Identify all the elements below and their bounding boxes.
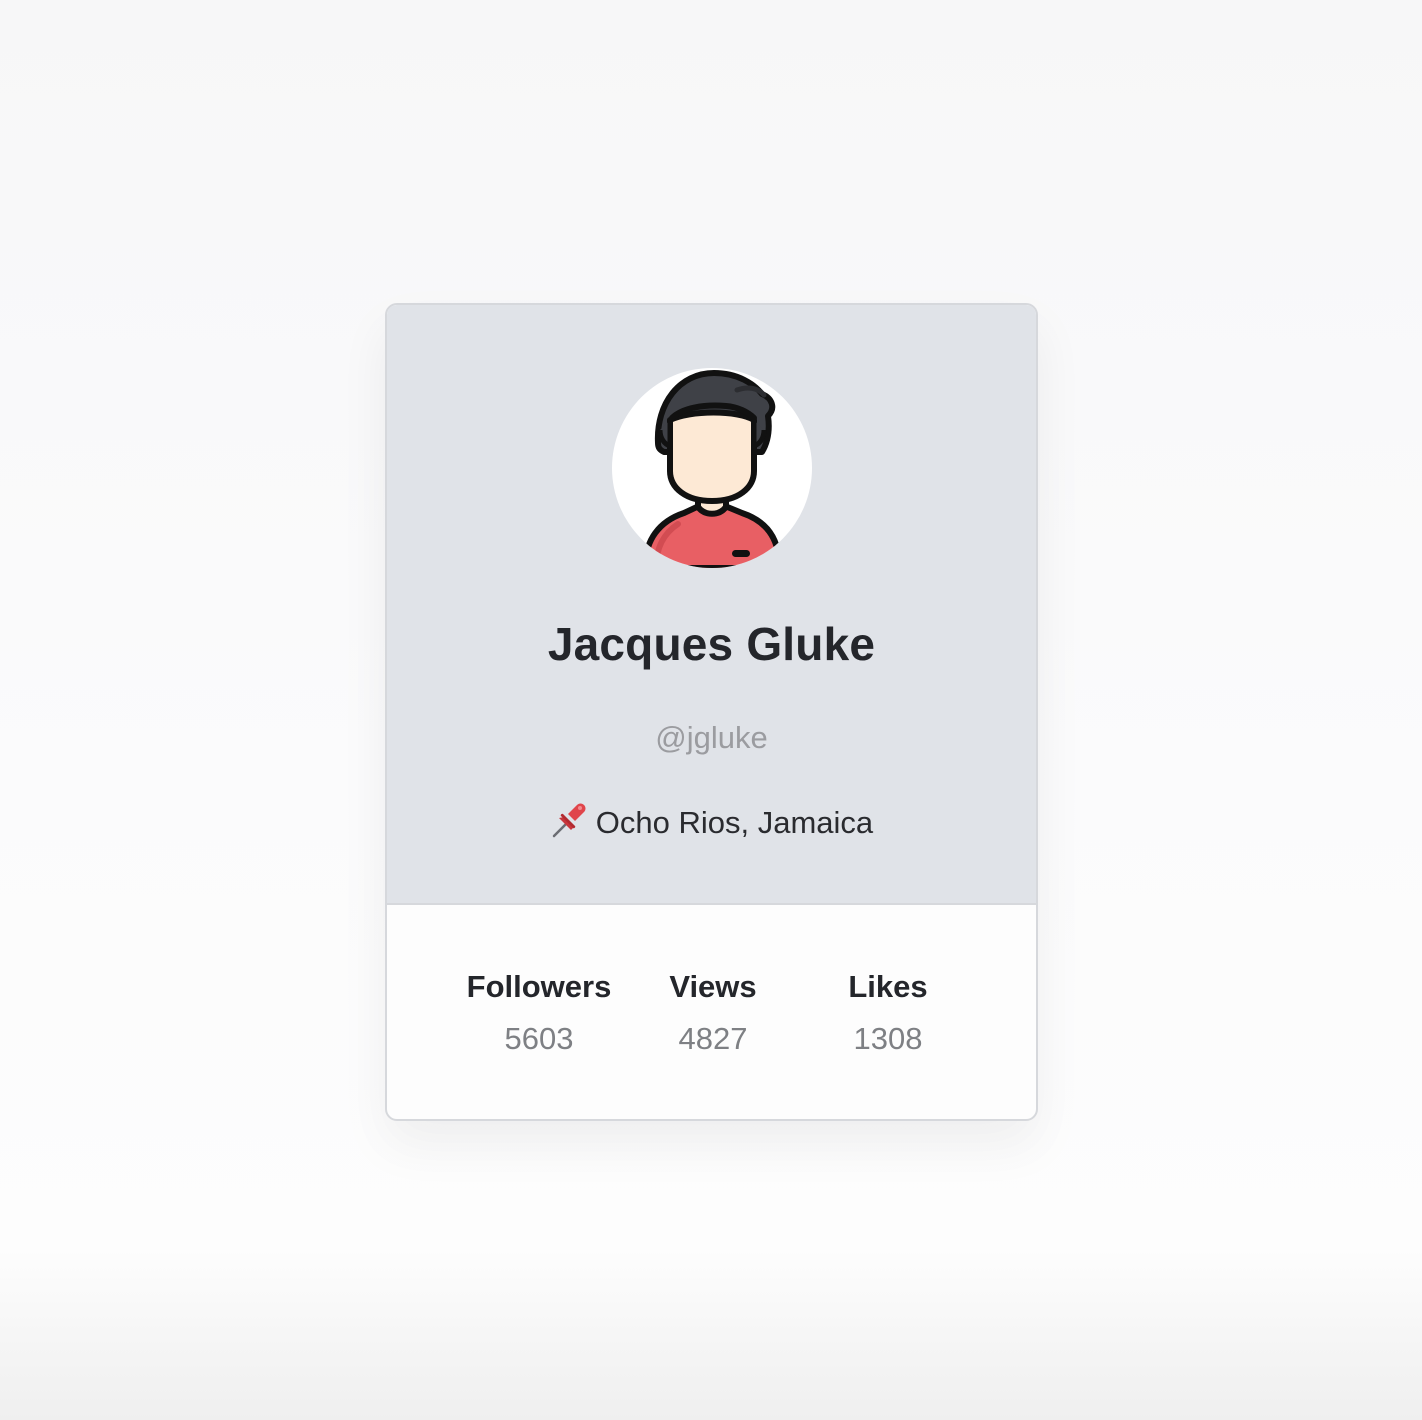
stat-label-views: Views: [669, 969, 757, 1004]
pushpin-icon: [550, 801, 588, 847]
stat-value-followers: 5603: [504, 1021, 574, 1056]
profile-handle: @jgluke: [655, 720, 768, 755]
user-avatar-icon: [642, 370, 783, 568]
avatar: [612, 368, 812, 568]
profile-location: Ocho Rios, Jamaica: [387, 801, 1036, 847]
profile-card: Jacques Gluke @jgluke Ocho Rios, Jamaica…: [385, 303, 1038, 1121]
stat-views: Views 4827: [613, 967, 813, 1059]
stat-label-likes: Likes: [848, 969, 928, 1004]
stat-value-likes: 1308: [853, 1021, 923, 1056]
stat-likes: Likes 1308: [788, 967, 988, 1059]
stat-label-followers: Followers: [466, 969, 612, 1004]
stats-section: Followers 5603 Views 4827 Likes 1308: [387, 905, 1036, 1119]
location-text: Ocho Rios, Jamaica: [595, 805, 874, 840]
profile-header: Jacques Gluke @jgluke Ocho Rios, Jamaica: [387, 305, 1036, 905]
profile-name: Jacques Gluke: [547, 618, 876, 670]
stat-followers: Followers 5603: [439, 967, 639, 1059]
stat-value-views: 4827: [678, 1021, 748, 1056]
